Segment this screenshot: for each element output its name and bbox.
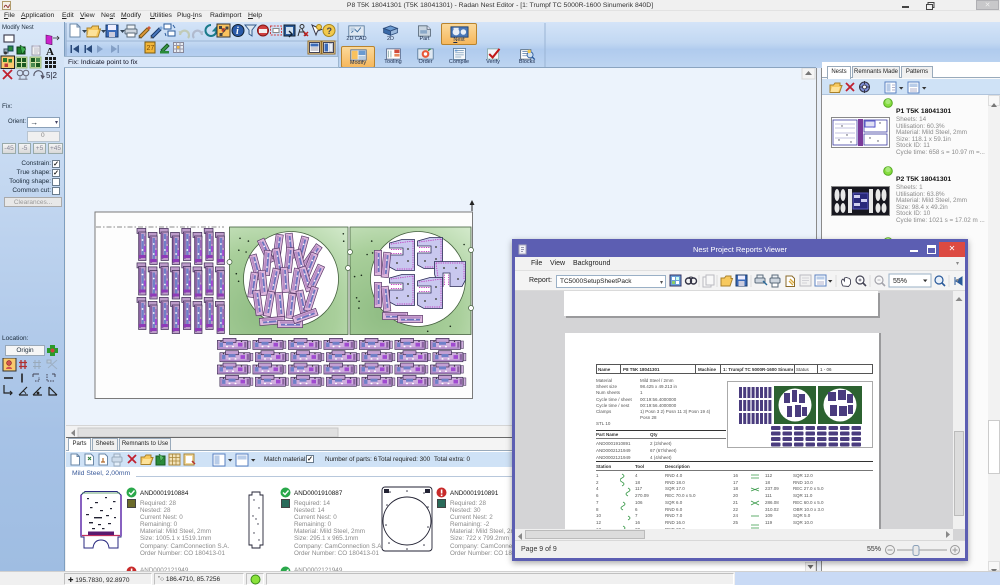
svg-text:i: i bbox=[236, 26, 239, 37]
svg-text:5|2: 5|2 bbox=[46, 71, 58, 80]
svg-text:55%: 55% bbox=[893, 278, 907, 285]
svg-text:?: ? bbox=[327, 26, 333, 36]
svg-text:A: A bbox=[46, 46, 54, 58]
svg-text:27: 27 bbox=[147, 45, 155, 52]
